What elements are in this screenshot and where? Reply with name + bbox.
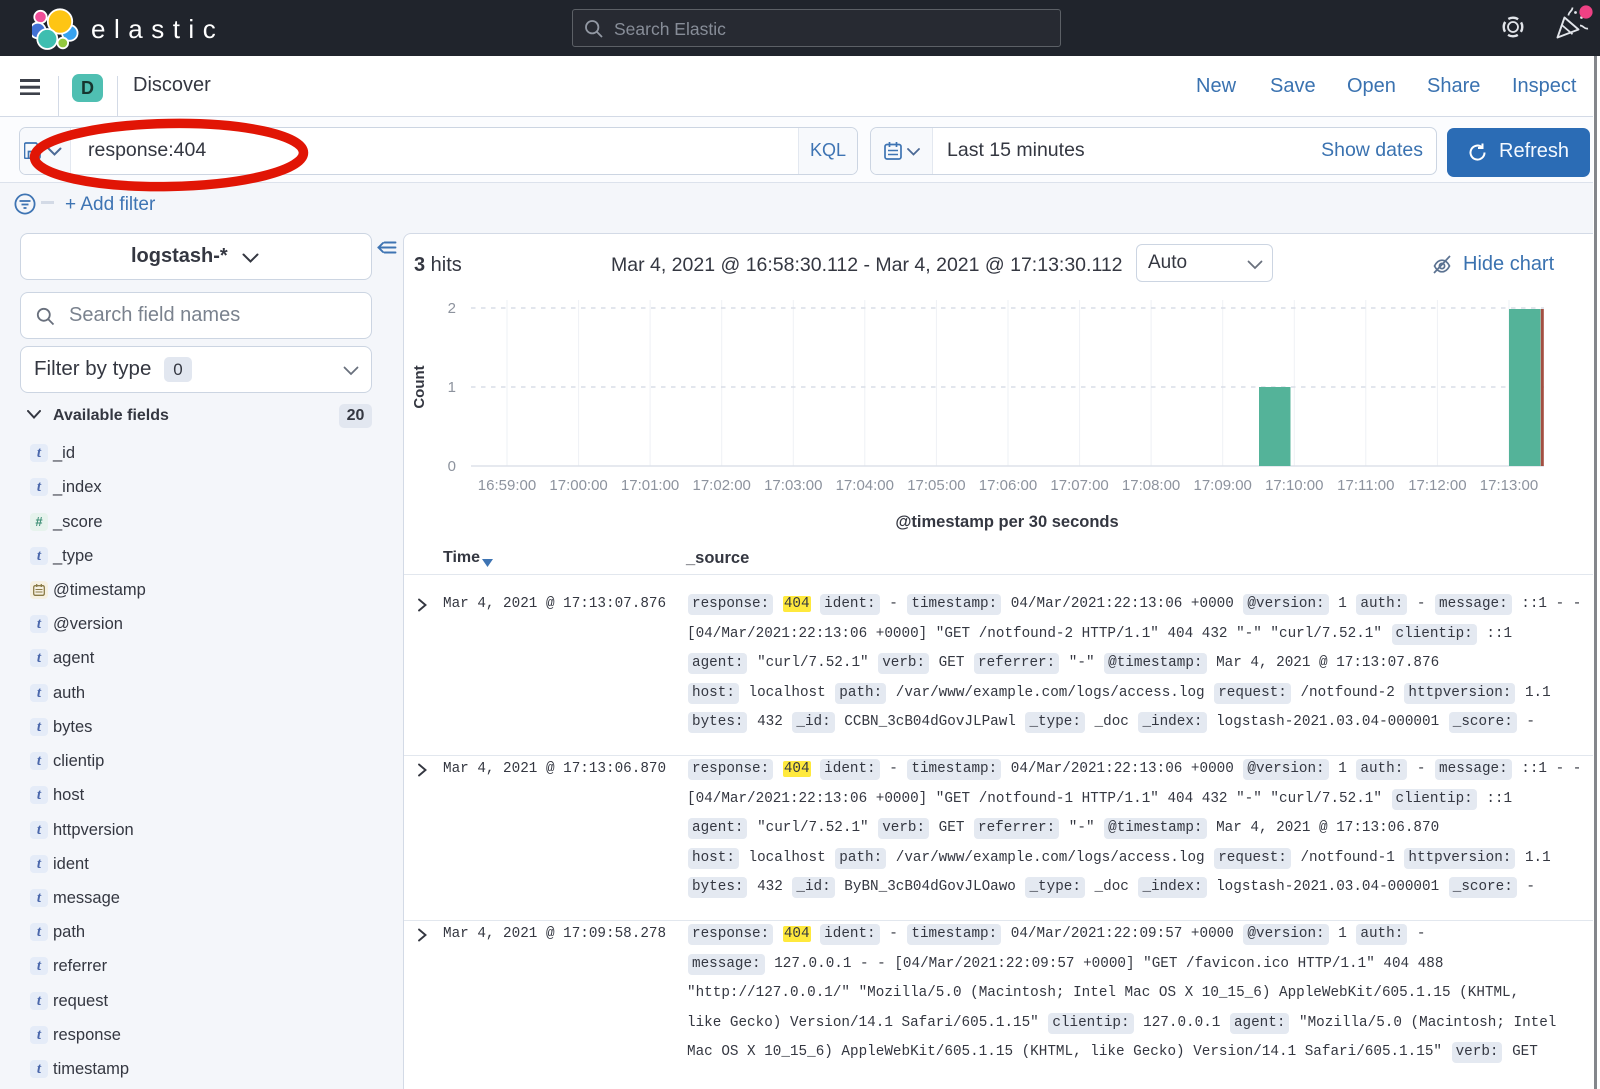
svg-text:17:00:00: 17:00:00	[549, 477, 607, 494]
svg-text:17:03:00: 17:03:00	[764, 477, 822, 494]
svg-text:17:02:00: 17:02:00	[693, 477, 751, 494]
svg-text:1: 1	[448, 379, 456, 396]
svg-text:17:08:00: 17:08:00	[1122, 477, 1180, 494]
svg-text:17:10:00: 17:10:00	[1265, 477, 1323, 494]
svg-text:17:06:00: 17:06:00	[979, 477, 1037, 494]
svg-text:@timestamp per 30 seconds: @timestamp per 30 seconds	[895, 513, 1118, 531]
svg-text:17:11:00: 17:11:00	[1337, 477, 1394, 494]
svg-text:17:04:00: 17:04:00	[836, 477, 894, 494]
svg-text:0: 0	[448, 458, 456, 475]
svg-text:2: 2	[448, 300, 456, 317]
svg-text:Count: Count	[411, 365, 428, 408]
svg-text:17:01:00: 17:01:00	[621, 477, 679, 494]
svg-text:17:12:00: 17:12:00	[1408, 477, 1466, 494]
svg-text:16:59:00: 16:59:00	[478, 477, 536, 494]
svg-text:17:07:00: 17:07:00	[1050, 477, 1108, 494]
svg-text:17:13:00: 17:13:00	[1480, 477, 1538, 494]
svg-text:17:05:00: 17:05:00	[907, 477, 965, 494]
svg-text:17:09:00: 17:09:00	[1194, 477, 1252, 494]
